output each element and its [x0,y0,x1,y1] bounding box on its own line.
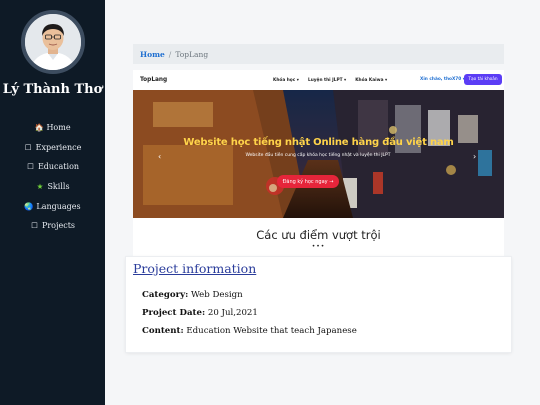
screenshot-section-title: Các ưu điểm vượt trội [256,228,381,242]
sidebar-item-languages[interactable]: 🌏 Languages [0,196,105,216]
sidebar-item-label: Skills [47,182,70,192]
content-label: Content: [142,326,184,336]
date-label: Project Date: [142,308,206,318]
hero-title: Website học tiếng nhật Online hàng đầu v… [183,137,454,148]
carousel-prev-icon: ‹ [158,152,162,161]
sidebar: Lý Thành Thơ 🏠 Home ☐ Experience ☐ Educa… [0,0,105,405]
category-value: Web Design [191,290,243,300]
sidebar-item-home[interactable]: 🏠 Home [0,118,105,138]
sidebar-item-label: Experience [35,142,82,152]
project-date: Project Date: 20 Jul,2021 [142,308,258,318]
education-icon: ☐ [27,162,34,172]
breadcrumb-current: TopLang [175,49,209,59]
project-info-title: Project information [133,261,257,276]
breadcrumb-separator: / [168,49,172,59]
main-content: Home / TopLang TopLang Khóa học ▾ Luyện … [105,0,540,405]
screenshot-menu-item: Luyện thi JLPT ▾ [307,77,347,83]
sidebar-nav: 🏠 Home ☐ Experience ☐ Education ★ Skills… [0,118,105,236]
star-icon: ★ [36,182,44,192]
project-category: Category: Web Design [142,290,243,300]
breadcrumb-home-link[interactable]: Home [140,50,165,59]
screenshot-greeting: Xin chào, thoX70 ▾ [420,77,465,82]
avatar [21,10,85,74]
sidebar-item-label: Education [37,162,80,172]
sidebar-item-skills[interactable]: ★ Skills [0,177,105,197]
screenshot-section-dots: ••• [311,243,326,250]
profile-photo [25,14,81,70]
project-screenshot: TopLang Khóa học ▾ Luyện thi JLPT ▾ Khóa… [133,70,504,260]
screenshot-logo: TopLang [140,77,168,83]
sidebar-item-label: Languages [36,201,81,211]
screenshot-menu-item: Khóa học ▾ [273,77,299,83]
sidebar-item-education[interactable]: ☐ Education [0,157,105,177]
screenshot-hero: ‹ › Website học tiếng nhật Online hàng đ… [133,90,504,218]
project-content: Content: Education Website that teach Ja… [142,326,357,336]
screenshot-navbar: TopLang Khóa học ▾ Luyện thi JLPT ▾ Khóa… [133,70,504,90]
category-label: Category: [142,290,189,300]
breadcrumb: Home / TopLang [133,44,504,64]
sidebar-item-label: Home [46,123,71,133]
experience-icon: ☐ [24,142,32,152]
profile-name: Lý Thành Thơ [2,82,103,97]
globe-icon: 🌏 [24,201,34,211]
hero-cta-button: Đăng ký học ngay → [277,175,339,188]
screenshot-signup-button: Tạo tài khoản [464,74,502,85]
sidebar-item-projects[interactable]: ☐ Projects [0,216,105,236]
carousel-next-icon: › [473,152,477,161]
home-icon: 🏠 [34,123,44,133]
content-value: Education Website that teach Japanese [186,326,357,336]
sidebar-item-experience[interactable]: ☐ Experience [0,138,105,158]
hero-subtitle: Website đầu tiên cung cấp khóa học tiếng… [245,153,391,158]
projects-icon: ☐ [31,221,38,231]
project-info-card: Project information Category: Web Design… [126,257,511,352]
sidebar-item-label: Projects [41,221,76,231]
date-value: 20 Jul,2021 [207,308,258,318]
screenshot-menu-item: Khóa Kaiwa ▾ [355,77,388,83]
screenshot-menu: Khóa học ▾ Luyện thi JLPT ▾ Khóa Kaiwa ▾ [273,70,387,90]
